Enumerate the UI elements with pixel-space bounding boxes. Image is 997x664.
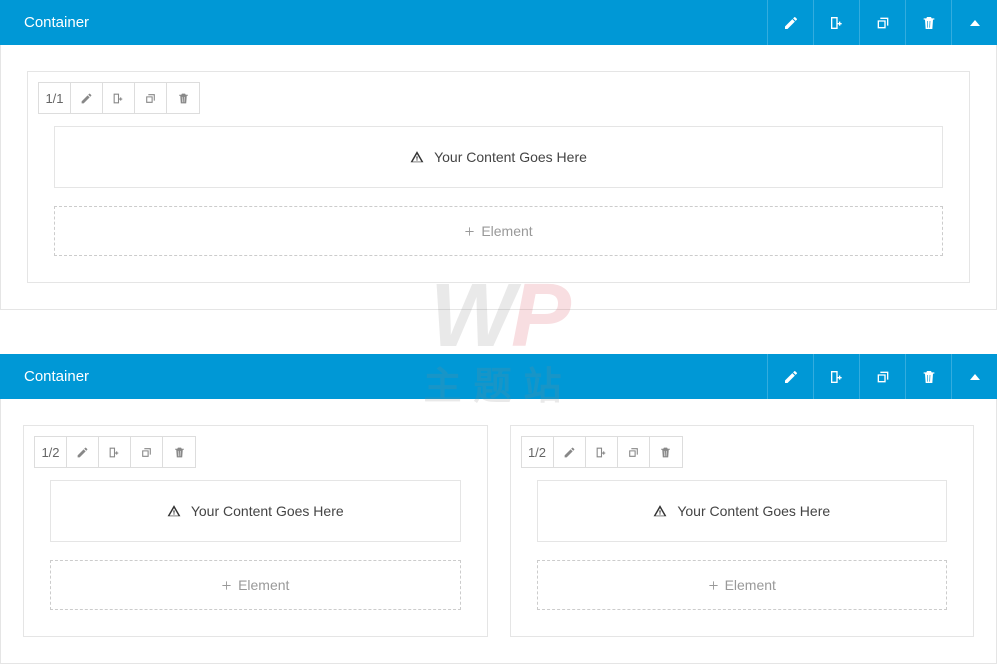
column-clone-button[interactable] [131,437,163,467]
column-half[interactable]: 1/2 Your Content Goes Here Element [510,425,975,637]
column-delete-button[interactable] [650,437,682,467]
pencil-icon [563,446,576,459]
pencil-icon [783,15,799,31]
trash-icon [177,92,190,105]
content-placeholder[interactable]: Your Content Goes Here [50,480,461,542]
container-header[interactable]: Container [0,354,997,399]
column-full[interactable]: 1/1 Your Content Goes Here Element [27,71,970,283]
plus-icon [464,226,475,237]
add-element-button[interactable]: Element [54,206,943,256]
placeholder-text: Your Content Goes Here [677,503,830,519]
warning-icon [167,504,181,518]
triangle-up-icon [969,371,981,383]
pencil-icon [76,446,89,459]
column-add-button[interactable] [586,437,618,467]
clone-icon [627,446,640,459]
container-title: Container [0,368,767,385]
warning-icon [410,150,424,164]
column-edit-button[interactable] [71,83,103,113]
add-element-label: Element [238,577,289,593]
edit-button[interactable] [767,0,813,45]
add-column-button[interactable] [813,354,859,399]
delete-button[interactable] [905,0,951,45]
trash-icon [659,446,672,459]
clone-button[interactable] [859,354,905,399]
placeholder-text: Your Content Goes Here [434,149,587,165]
add-element-button[interactable]: Element [537,560,948,610]
column-clone-button[interactable] [618,437,650,467]
column-toolbar: 1/2 [34,436,196,468]
pencil-icon [80,92,93,105]
column-half[interactable]: 1/2 Your Content Goes Here Element [23,425,488,637]
delete-button[interactable] [905,354,951,399]
column-add-icon [108,446,121,459]
clone-icon [875,15,891,31]
column-add-button[interactable] [103,83,135,113]
column-toolbar: 1/2 [521,436,683,468]
column-size[interactable]: 1/1 [39,83,71,113]
warning-icon [653,504,667,518]
add-element-button[interactable]: Element [50,560,461,610]
column-size[interactable]: 1/2 [522,437,554,467]
column-add-icon [595,446,608,459]
triangle-up-icon [969,17,981,29]
trash-icon [921,15,937,31]
collapse-button[interactable] [951,354,997,399]
collapse-button[interactable] [951,0,997,45]
trash-icon [921,369,937,385]
container-actions [767,354,997,399]
column-edit-button[interactable] [554,437,586,467]
column-add-icon [112,92,125,105]
add-element-label: Element [725,577,776,593]
column-toolbar: 1/1 [38,82,200,114]
column-delete-button[interactable] [163,437,195,467]
column-add-icon [829,15,845,31]
container-body: 1/1 Your Content Goes Here Element [0,45,997,310]
column-edit-button[interactable] [67,437,99,467]
placeholder-text: Your Content Goes Here [191,503,344,519]
container-header[interactable]: Container [0,0,997,45]
content-placeholder[interactable]: Your Content Goes Here [537,480,948,542]
content-placeholder[interactable]: Your Content Goes Here [54,126,943,188]
plus-icon [221,580,232,591]
column-clone-button[interactable] [135,83,167,113]
trash-icon [173,446,186,459]
column-add-button[interactable] [99,437,131,467]
clone-icon [875,369,891,385]
add-column-button[interactable] [813,0,859,45]
column-size[interactable]: 1/2 [35,437,67,467]
pencil-icon [783,369,799,385]
column-add-icon [829,369,845,385]
column-delete-button[interactable] [167,83,199,113]
clone-icon [144,92,157,105]
clone-icon [140,446,153,459]
container-body: 1/2 Your Content Goes Here Element 1/2 [0,399,997,664]
plus-icon [708,580,719,591]
edit-button[interactable] [767,354,813,399]
clone-button[interactable] [859,0,905,45]
container-title: Container [0,14,767,31]
container-actions [767,0,997,45]
add-element-label: Element [481,223,532,239]
